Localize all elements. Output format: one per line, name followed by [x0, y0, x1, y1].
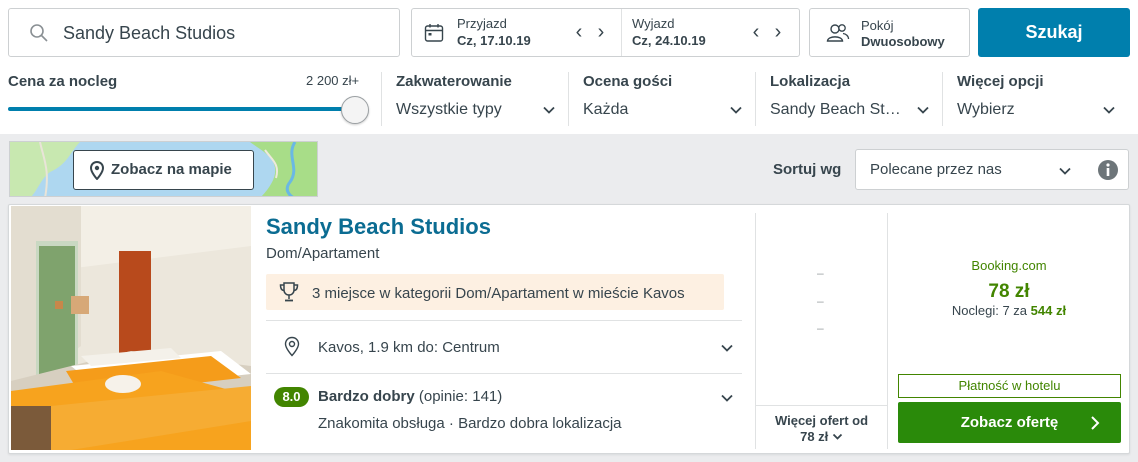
sort-label: Sortuj wg: [773, 161, 842, 178]
rating-score-badge: 8.0: [274, 387, 309, 407]
accommodation-filter[interactable]: Zakwaterowanie Wszystkie typy: [382, 66, 568, 130]
rating-filter-title: Ocena gości: [583, 73, 673, 90]
more-offers-price-line: 78 zł: [756, 429, 887, 445]
chevron-down-icon: [721, 394, 733, 402]
checkout-next-button[interactable]: ›: [770, 22, 786, 43]
nights-prefix: Noclegi: 7 za: [951, 303, 1028, 318]
room-label: Pokój: [861, 18, 894, 33]
destination-search-input[interactable]: Sandy Beach Studios: [8, 8, 400, 57]
rating-highlights: Znakomita obsługa · Bardzo dobra lokaliz…: [318, 415, 622, 432]
nights-total-price: 544 zł: [1030, 303, 1067, 318]
hotel-photo-image: [11, 206, 251, 450]
checkout-prev-button[interactable]: ‹: [748, 22, 764, 43]
hotel-type: Dom/Apartament: [266, 245, 380, 262]
checkin-next-button[interactable]: ›: [593, 22, 609, 43]
view-on-map-label: Zobacz na mapie: [111, 161, 232, 178]
guests-icon: [826, 24, 850, 42]
room-value: Dwuosobowy: [861, 34, 945, 49]
payment-at-hotel-badge: Płatność w hotelu: [898, 374, 1121, 398]
placeholder-dash: –: [817, 321, 824, 335]
accommodation-filter-value: Wszystkie typy: [396, 101, 502, 118]
price[interactable]: 78 zł: [888, 281, 1130, 303]
chevron-down-icon: [543, 106, 555, 114]
placeholder-dash: –: [817, 266, 824, 280]
date-picker[interactable]: Przyjazd Cz, 17.10.19 ‹ › Wyjazd Cz, 24.…: [411, 8, 800, 57]
view-on-map-button[interactable]: Zobacz na mapie: [73, 150, 254, 190]
location-filter-value: Sandy Beach St…: [770, 101, 901, 118]
trophy-icon: [279, 282, 299, 302]
view-deal-label: Zobacz ofertę: [960, 414, 1059, 431]
more-options-title: Więcej opcji: [957, 73, 1044, 90]
date-divider: [621, 9, 622, 56]
location-pin-icon: [284, 336, 300, 357]
checkin-label: Przyjazd: [457, 16, 507, 31]
location-text: Kavos, 1.9 km do: Centrum: [318, 339, 500, 356]
more-offers-button[interactable]: Więcej ofert od 78 zł: [756, 405, 887, 449]
checkout-date[interactable]: Cz, 24.10.19: [632, 33, 706, 48]
rating-word: Bardzo dobry: [318, 388, 415, 405]
calendar-icon: [424, 24, 444, 42]
accommodation-filter-title: Zakwaterowanie: [396, 73, 512, 90]
divider: [266, 320, 742, 321]
price-slider-track[interactable]: [8, 107, 356, 111]
rating-row[interactable]: [266, 376, 742, 446]
search-icon: [30, 24, 48, 42]
location-filter-title: Lokalizacja: [770, 73, 851, 90]
info-icon: [1098, 160, 1118, 180]
more-options-filter[interactable]: Więcej opcji Wybierz: [943, 66, 1130, 130]
price-max-label: 2 200 zł+: [306, 73, 360, 88]
hotel-photo[interactable]: [11, 206, 251, 450]
rating-count: (opinie: 141): [418, 388, 503, 405]
hotel-name-link[interactable]: Sandy Beach Studios: [266, 214, 491, 240]
chevron-down-icon: [917, 106, 929, 114]
view-deal-button[interactable]: Zobacz ofertę: [898, 402, 1121, 443]
chevron-down-icon: [1103, 106, 1115, 114]
chevron-down-icon: [1059, 167, 1071, 175]
rating-summary: Bardzo dobry (opinie: 141): [318, 388, 502, 405]
nights-total: Noclegi: 7 za 544 zł: [888, 303, 1130, 318]
more-options-value: Wybierz: [957, 101, 1015, 118]
checkout-label: Wyjazd: [632, 16, 675, 31]
chevron-down-icon: [832, 433, 843, 440]
more-offers-label: Więcej ofert od: [774, 413, 869, 428]
chevron-down-icon: [721, 344, 733, 352]
chevron-right-icon: [1091, 416, 1100, 430]
map-pin-icon: [90, 161, 104, 180]
sort-value: Polecane przez nas: [870, 161, 1002, 178]
column-divider: [887, 213, 888, 449]
more-offers-price: 78 zł: [800, 429, 829, 444]
room-selector[interactable]: Pokój Dwuosobowy: [809, 8, 970, 57]
search-value: Sandy Beach Studios: [63, 23, 236, 43]
provider-name[interactable]: Booking.com: [888, 258, 1130, 273]
placeholder-dash: –: [817, 294, 824, 308]
price-slider-handle[interactable]: [341, 96, 369, 124]
checkin-prev-button[interactable]: ‹: [571, 22, 587, 43]
rating-filter-value: Każda: [583, 101, 629, 118]
sort-select[interactable]: Polecane przez nas: [855, 149, 1088, 190]
location-filter[interactable]: Lokalizacja Sandy Beach St…: [756, 66, 942, 130]
rating-filter[interactable]: Ocena gości Każda: [569, 66, 755, 130]
award-text: 3 miejsce w kategorii Dom/Apartament w m…: [312, 285, 685, 302]
search-button[interactable]: Szukaj: [978, 8, 1130, 57]
divider: [266, 373, 742, 374]
sort-info-button[interactable]: [1087, 149, 1129, 190]
chevron-down-icon: [730, 106, 742, 114]
checkin-date[interactable]: Cz, 17.10.19: [457, 33, 531, 48]
price-filter-title: Cena za nocleg: [8, 73, 118, 90]
